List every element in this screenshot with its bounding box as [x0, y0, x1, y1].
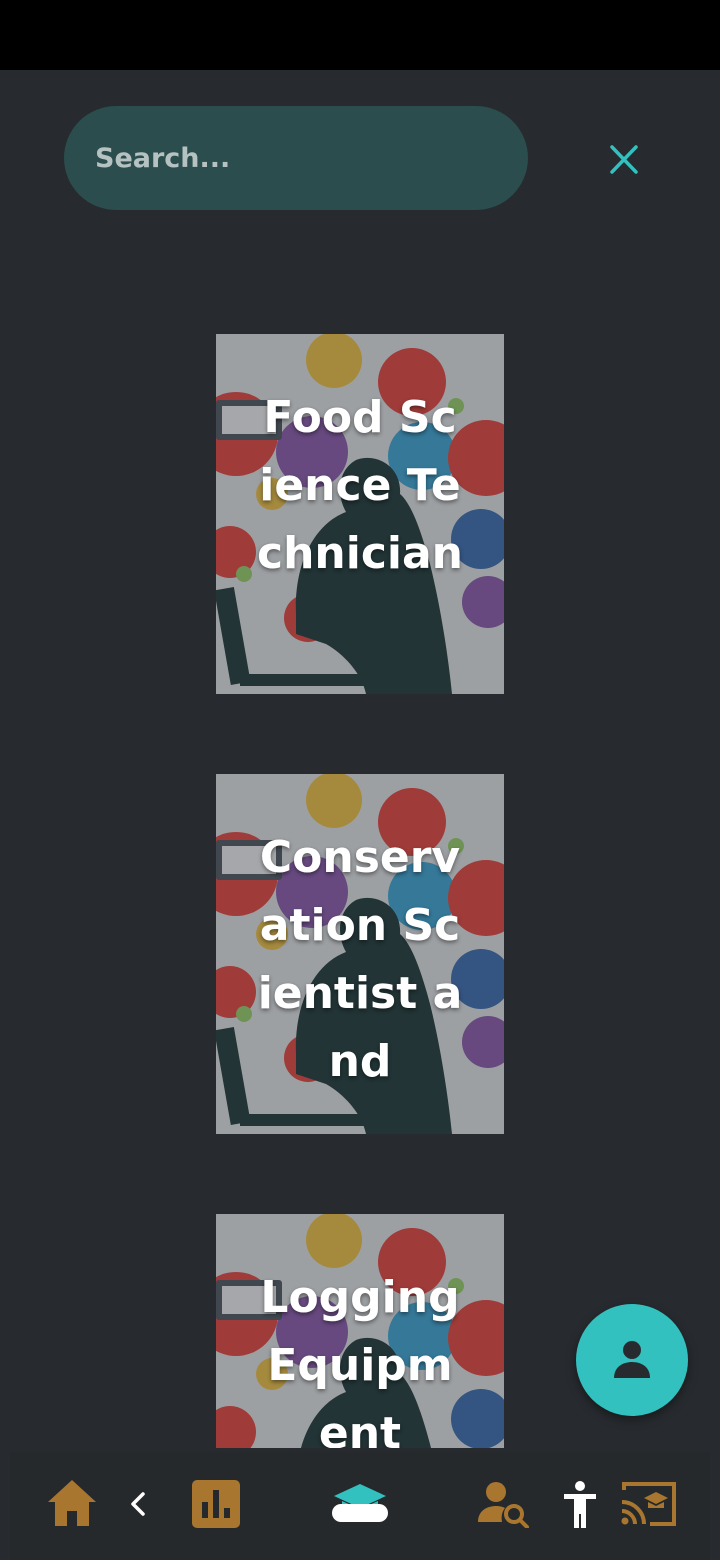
card-title: Conservation Scientist and: [257, 832, 463, 1087]
nav-education[interactable]: [330, 1482, 390, 1530]
accessibility-icon: [564, 1481, 596, 1528]
back-chevron-icon: [131, 1492, 145, 1516]
nav-home[interactable]: [46, 1478, 98, 1532]
graduation-cap-icon: [332, 1484, 388, 1522]
search-input[interactable]: [95, 142, 495, 174]
close-icon: [610, 145, 638, 174]
nav-cast-education[interactable]: [620, 1480, 678, 1532]
status-bar: [0, 0, 720, 70]
person-icon: [614, 1341, 650, 1378]
search-bar[interactable]: [64, 106, 528, 210]
nav-stats[interactable]: [192, 1480, 240, 1532]
home-icon: [48, 1480, 96, 1526]
close-search-button[interactable]: [600, 136, 648, 184]
result-card[interactable]: Logging Equipment: [216, 1214, 504, 1448]
bar-chart-icon: [192, 1480, 240, 1528]
profile-fab-button[interactable]: [576, 1304, 688, 1416]
cast-education-icon: [621, 1482, 676, 1526]
card-title: Logging Equipment: [260, 1272, 460, 1448]
result-card[interactable]: Food Science Technician: [216, 334, 504, 694]
nav-accessibility[interactable]: [560, 1480, 600, 1534]
nav-back[interactable]: [128, 1490, 148, 1522]
card-title: Food Science Technician: [257, 392, 463, 579]
person-search-icon: [478, 1482, 529, 1529]
result-card[interactable]: Conservation Scientist and: [216, 774, 504, 1134]
nav-people-search[interactable]: [478, 1480, 530, 1532]
bottom-navigation: [10, 1452, 710, 1560]
